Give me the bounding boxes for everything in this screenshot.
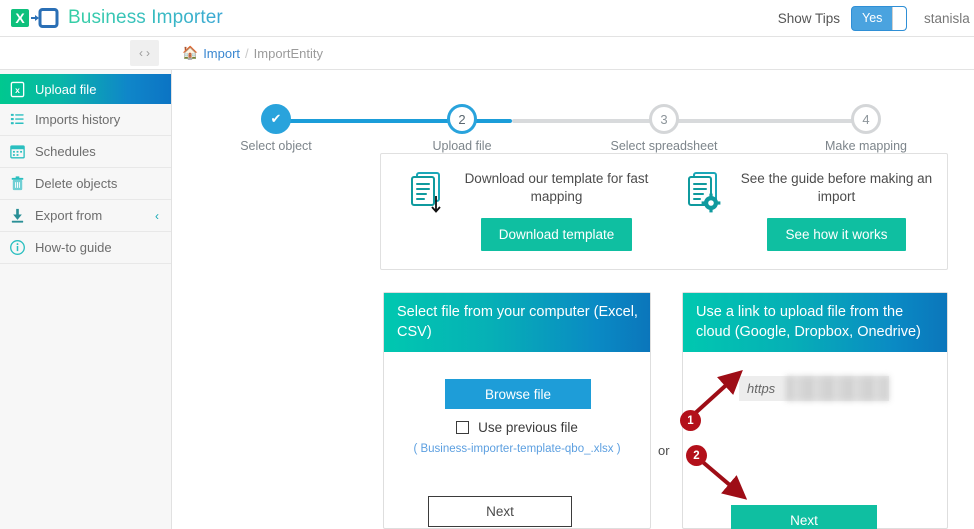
browse-file-button[interactable]: Browse file — [445, 379, 591, 409]
info-circle-icon — [10, 240, 25, 255]
step-2-number: 2 — [458, 111, 466, 127]
app-root: X Business Importer Show Tips Yes stanis… — [0, 0, 974, 529]
sidebar-item-label: How-to guide — [35, 240, 112, 255]
step-connector-3-4 — [664, 119, 866, 123]
breadcrumb-root-link[interactable]: Import — [203, 46, 240, 61]
sidebar-item-label: Delete objects — [35, 176, 118, 191]
cloud-next-button[interactable]: Next — [731, 505, 877, 529]
cloud-link-card-body: Next — [683, 352, 947, 529]
sidebar-item-imports-history[interactable]: Imports history — [0, 104, 171, 136]
sidebar-item-label: Imports history — [35, 112, 121, 127]
breadcrumb: 🏠 Import / ImportEntity — [182, 45, 323, 61]
local-file-card: Select file from your computer (Excel, C… — [383, 292, 651, 529]
download-template-body: Download our template for fast mapping D… — [449, 170, 664, 251]
top-bar: X Business Importer Show Tips Yes stanis… — [0, 0, 974, 37]
previous-file-name[interactable]: ( Business-importer-template-qbo_.xlsx ) — [384, 443, 650, 455]
sidebar-chevron-export[interactable]: ‹ — [155, 209, 159, 223]
annotation-badge-1: 1 — [680, 410, 701, 431]
see-guide-text: See the guide before making an import — [740, 171, 933, 204]
cloud-link-card: Use a link to upload file from the cloud… — [682, 292, 948, 529]
toggle-knob — [892, 6, 906, 30]
local-file-card-body: Browse file Use previous file ( Business… — [384, 352, 650, 529]
wizard-stepper: ✔ Select object 2 Upload file 3 Select s… — [172, 85, 974, 155]
download-template-section: Download our template for fast mapping D… — [381, 154, 664, 269]
sidebar-item-upload-file[interactable]: x Upload file — [0, 74, 182, 104]
home-icon: 🏠 — [182, 45, 199, 60]
see-how-it-works-button[interactable]: See how it works — [767, 218, 906, 251]
main-content: ✔ Select object 2 Upload file 3 Select s… — [172, 70, 974, 529]
local-file-card-title: Select file from your computer (Excel, C… — [384, 293, 650, 352]
step-connector-2-3-rest — [512, 119, 664, 123]
annotation-badge-2: 2 — [686, 445, 707, 466]
chevron-left-icon[interactable]: ‹ — [139, 47, 143, 59]
use-previous-file-row[interactable]: Use previous file — [384, 420, 650, 435]
chevron-right-icon[interactable]: › — [146, 47, 150, 59]
breadcrumb-bar: ‹ › 🏠 Import / ImportEntity — [0, 37, 974, 70]
cloud-link-card-title: Use a link to upload file from the cloud… — [683, 293, 947, 352]
download-template-text: Download our template for fast mapping — [464, 171, 649, 204]
excel-file-icon: x — [10, 81, 25, 97]
trash-icon — [11, 176, 24, 191]
show-tips-label: Show Tips — [777, 10, 840, 26]
sidebar-item-label: Upload file — [35, 81, 97, 97]
sidebar-item-export-from[interactable]: Export from ‹ — [0, 200, 171, 232]
svg-text:x: x — [15, 84, 20, 94]
show-tips-toggle-value: Yes — [862, 11, 883, 25]
sidebar-item-how-to-guide[interactable]: How-to guide — [0, 232, 171, 264]
top-bar-right: Show Tips Yes stanisla — [778, 0, 974, 36]
download-template-button[interactable]: Download template — [480, 218, 633, 251]
see-guide-body: See the guide before making an import Se… — [726, 170, 947, 251]
step-4-label: Make mapping — [825, 139, 907, 153]
history-nav-buttons[interactable]: ‹ › — [130, 40, 159, 66]
cloud-url-input[interactable] — [739, 376, 889, 401]
step-1-number: ✔ — [270, 111, 282, 126]
help-panel: Download our template for fast mapping D… — [380, 153, 948, 270]
or-separator-label: or — [658, 443, 670, 458]
use-previous-file-checkbox[interactable] — [456, 421, 470, 434]
sidebar-item-schedules[interactable]: Schedules — [0, 136, 171, 168]
app-title: Business Importer — [68, 7, 223, 28]
show-tips-toggle[interactable]: Yes — [851, 5, 907, 31]
calendar-icon — [10, 145, 25, 159]
local-next-button[interactable]: Next — [428, 496, 572, 527]
sidebar-item-label: Schedules — [35, 144, 96, 159]
step-connector-1-2 — [276, 119, 462, 123]
breadcrumb-separator: / — [245, 45, 249, 61]
app-logo[interactable]: X Business Importer — [0, 6, 223, 30]
sidebar: x Upload file Imports history Schedules … — [0, 70, 182, 529]
document-download-icon — [411, 172, 441, 213]
step-3-circle[interactable]: 3 — [649, 104, 679, 134]
step-4-number: 4 — [862, 111, 870, 127]
step-4-circle[interactable]: 4 — [851, 104, 881, 134]
list-icon — [10, 113, 24, 125]
document-gear-icon — [688, 172, 721, 213]
step-3-label: Select spreadsheet — [610, 139, 718, 153]
sidebar-item-label: Export from — [35, 208, 103, 223]
step-2-circle[interactable]: 2 — [447, 104, 477, 134]
sidebar-item-delete-objects[interactable]: Delete objects — [0, 168, 171, 200]
step-1-label: Select object — [240, 139, 312, 153]
see-guide-section: See the guide before making an import Se… — [664, 154, 947, 269]
svg-text:X: X — [15, 10, 25, 26]
use-previous-file-label: Use previous file — [478, 420, 578, 435]
breadcrumb-current: ImportEntity — [253, 45, 324, 61]
step-3-number: 3 — [660, 111, 668, 127]
step-1-circle[interactable]: ✔ — [261, 104, 291, 134]
download-icon — [11, 208, 24, 223]
excel-import-logo-icon: X — [11, 8, 59, 28]
step-2-label: Upload file — [432, 139, 492, 153]
username-label[interactable]: stanisla — [918, 11, 974, 26]
